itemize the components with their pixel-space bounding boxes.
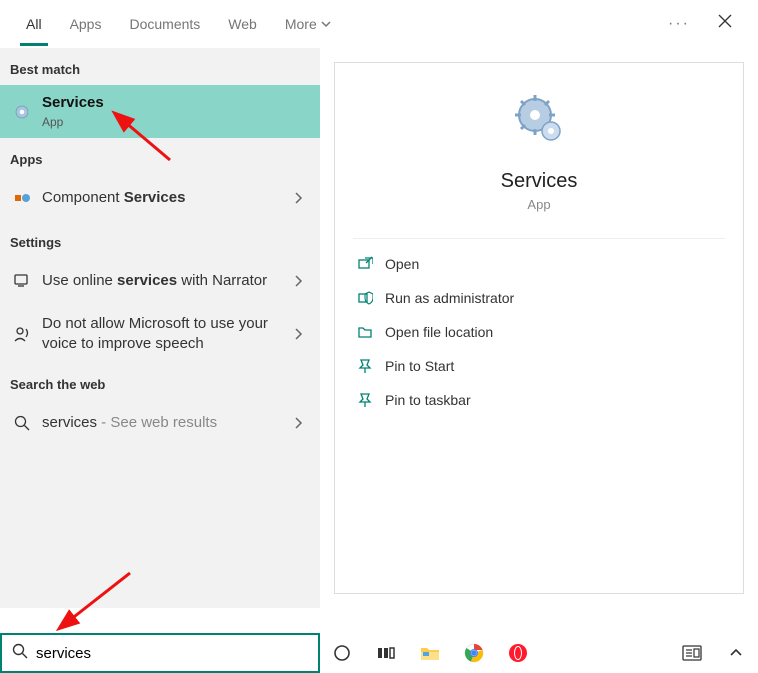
- pin-icon: [357, 392, 385, 408]
- result-voice-privacy[interactable]: Do not allow Microsoft to use your voice…: [0, 304, 320, 363]
- chevron-right-icon: [293, 327, 303, 341]
- result-narrator-services[interactable]: Use online services with Narrator: [0, 258, 320, 304]
- gear-icon: [13, 103, 31, 121]
- chevron-right-icon: [293, 416, 303, 430]
- tray-chevron-icon[interactable]: [726, 643, 746, 663]
- action-run-admin[interactable]: Run as administrator: [353, 281, 725, 315]
- result-label: Use online services with Narrator: [42, 271, 286, 291]
- result-component-services[interactable]: Component Services: [0, 175, 320, 221]
- result-label: Do not allow Microsoft to use your voice…: [42, 314, 286, 353]
- result-subtitle: App: [42, 115, 310, 131]
- result-label: Component Services: [42, 188, 286, 208]
- action-open[interactable]: Open: [353, 247, 725, 281]
- detail-title: Services: [353, 170, 725, 193]
- detail-subtitle: App: [353, 197, 725, 212]
- narrator-icon: [13, 272, 31, 290]
- section-best-match: Best match: [0, 48, 320, 85]
- tab-web[interactable]: Web: [214, 2, 271, 46]
- search-input[interactable]: [36, 645, 308, 662]
- detail-pane: Services App Open Run as administrator O…: [320, 48, 758, 608]
- close-icon: [718, 14, 732, 28]
- search-tabs: All Apps Documents Web More ···: [0, 0, 758, 48]
- chevron-down-icon: [321, 19, 331, 29]
- tab-more-label: More: [285, 16, 317, 32]
- search-bar[interactable]: [0, 633, 320, 673]
- chevron-right-icon: [293, 191, 303, 205]
- close-button[interactable]: [704, 6, 746, 41]
- tab-documents[interactable]: Documents: [115, 2, 214, 46]
- result-web-services[interactable]: services - See web results: [0, 400, 320, 446]
- ellipsis-button[interactable]: ···: [654, 7, 704, 41]
- detail-app-icon: [353, 91, 725, 152]
- pin-icon: [357, 358, 385, 374]
- results-pane: Best match Services App Apps Component S…: [0, 48, 320, 608]
- result-title: Services: [42, 93, 310, 113]
- section-settings: Settings: [0, 221, 320, 258]
- section-search-web: Search the web: [0, 363, 320, 400]
- action-label: Run as administrator: [385, 290, 514, 306]
- action-label: Open: [385, 256, 419, 272]
- chrome-icon[interactable]: [464, 643, 484, 663]
- news-icon[interactable]: [682, 643, 702, 663]
- folder-icon: [357, 324, 385, 340]
- section-apps: Apps: [0, 138, 320, 175]
- detail-card: Services App Open Run as administrator O…: [334, 62, 744, 594]
- result-best-services[interactable]: Services App: [0, 85, 320, 138]
- opera-icon[interactable]: [508, 643, 528, 663]
- action-pin-start[interactable]: Pin to Start: [353, 349, 725, 383]
- tab-more[interactable]: More: [271, 2, 345, 46]
- action-label: Open file location: [385, 324, 493, 340]
- component-services-icon: [13, 189, 31, 207]
- cortana-icon[interactable]: [332, 643, 352, 663]
- search-icon: [14, 415, 30, 431]
- shield-icon: [357, 290, 385, 306]
- open-icon: [357, 256, 385, 272]
- tab-apps[interactable]: Apps: [56, 2, 116, 46]
- action-pin-taskbar[interactable]: Pin to taskbar: [353, 383, 725, 417]
- person-speak-icon: [13, 325, 31, 343]
- search-icon: [12, 643, 28, 664]
- result-label: services - See web results: [42, 413, 286, 433]
- action-open-location[interactable]: Open file location: [353, 315, 725, 349]
- task-view-icon[interactable]: [376, 643, 396, 663]
- file-explorer-icon[interactable]: [420, 643, 440, 663]
- tab-all[interactable]: All: [12, 2, 56, 46]
- action-label: Pin to taskbar: [385, 392, 471, 408]
- action-label: Pin to Start: [385, 358, 454, 374]
- chevron-right-icon: [293, 274, 303, 288]
- taskbar: [320, 633, 758, 673]
